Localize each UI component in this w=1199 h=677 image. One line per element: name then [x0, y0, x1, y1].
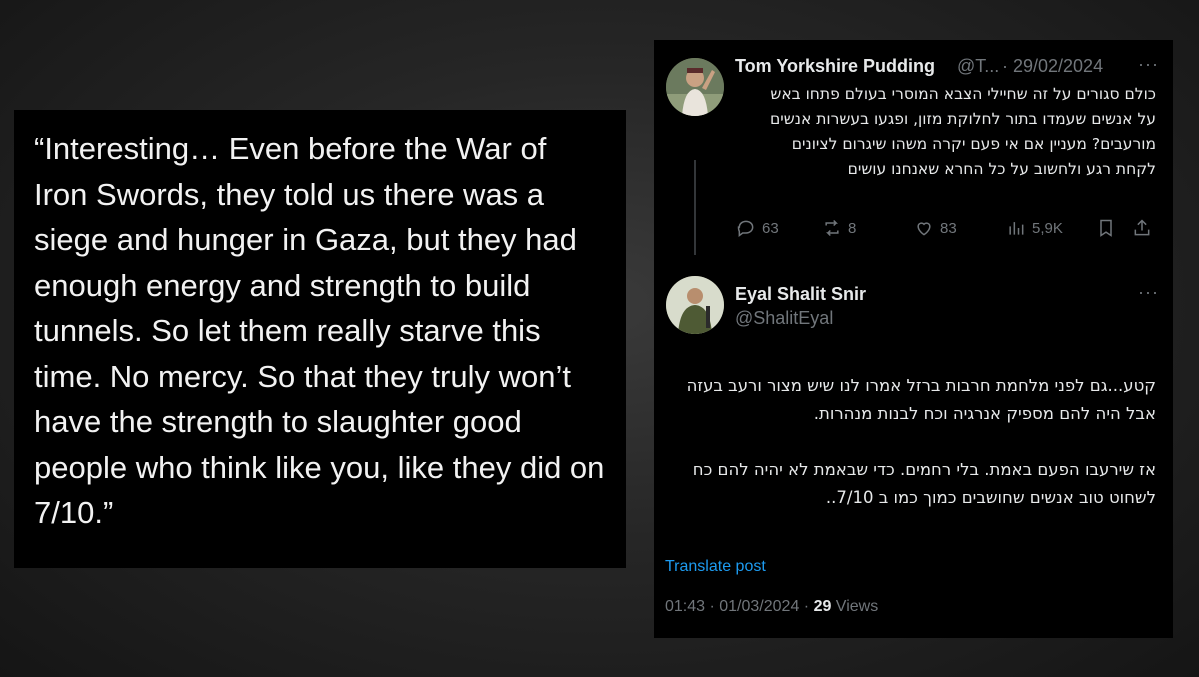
avatar-eyal[interactable] [666, 276, 724, 334]
like-button[interactable]: 83 [914, 218, 957, 238]
tweet1-actions: 63 8 83 5,9K [736, 218, 1156, 242]
reply-icon [737, 220, 754, 237]
reply-button[interactable]: 63 [736, 218, 779, 238]
reply-count: 63 [762, 219, 779, 237]
quote-text: “Interesting… Even before the War of Iro… [34, 131, 605, 530]
avatar-eyal-image [666, 276, 724, 334]
quote-box: “Interesting… Even before the War of Iro… [14, 110, 626, 568]
views-icon [1009, 222, 1024, 235]
avatar-tom[interactable] [666, 58, 724, 116]
repost-icon [825, 219, 839, 237]
views-count: 5,9K [1032, 219, 1063, 237]
tweet2-more-icon[interactable]: ··· [1138, 282, 1159, 303]
like-icon [917, 222, 931, 236]
tweet2-time: 01:43 · 01/03/2024 · [665, 598, 814, 615]
avatar-tom-image [666, 58, 724, 116]
repost-button[interactable]: 8 [822, 218, 856, 238]
tweet2-author-name[interactable]: Eyal Shalit Snir [735, 284, 866, 305]
share-button[interactable] [1132, 218, 1158, 238]
tweet1-more-icon[interactable]: ··· [1138, 54, 1159, 75]
bookmark-icon [1100, 219, 1112, 237]
tweet2-views-count: 29 [813, 598, 832, 615]
tweet2-views-label: Views [831, 598, 879, 615]
translate-post-link[interactable]: Translate post [665, 558, 766, 576]
tweet2-handle[interactable]: @ShalitEyal [735, 308, 833, 329]
share-icon [1134, 219, 1150, 236]
tweet1-date[interactable]: · 29/02/2024 [1002, 56, 1103, 77]
tweet2-timestamp[interactable]: 01:43 · 01/03/2024 · 29 Views [665, 598, 878, 616]
like-count: 83 [940, 219, 957, 237]
tweet1-author-name[interactable]: Tom Yorkshire Pudding [735, 56, 935, 77]
tweet1-handle[interactable]: @T... [957, 56, 999, 77]
thread-line [694, 160, 696, 255]
bookmark-button[interactable] [1096, 218, 1122, 238]
views-button[interactable]: 5,9K [1006, 218, 1063, 238]
tweet1-text: כולם סגורים על זה שחיילי הצבא המוסרי בעו… [770, 85, 1156, 178]
tweet2-text-paragraph-1: קטע...גם לפני מלחמת חרבות ברזל אמרו לנו … [686, 376, 1156, 423]
repost-count: 8 [848, 219, 857, 237]
tweet-panel: Tom Yorkshire Pudding @T... · 29/02/2024… [654, 40, 1173, 638]
tweet2-text-paragraph-2: אז שירעבו הפעם באמת. בלי רחמים. כדי שבאמ… [692, 460, 1156, 507]
